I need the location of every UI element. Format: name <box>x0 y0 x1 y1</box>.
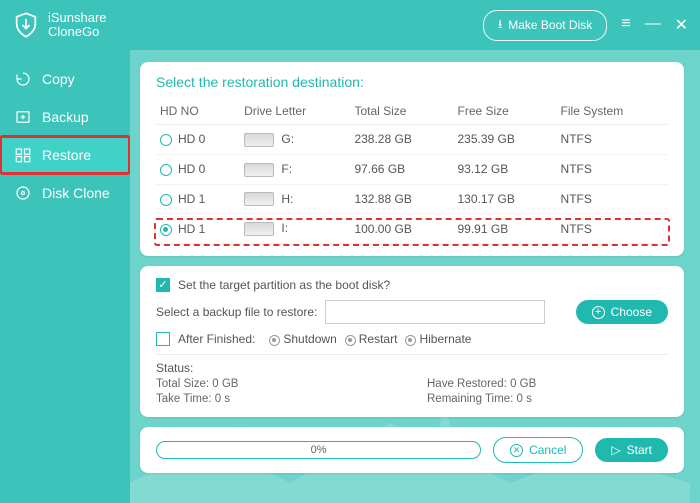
app-name-1: iSunshare <box>48 11 107 25</box>
backup-file-input[interactable] <box>325 300 545 324</box>
sidebar-label: Disk Clone <box>42 185 110 201</box>
partition-table: HD NO Drive Letter Total Size Free Size … <box>156 98 668 244</box>
status-remain: Remaining Time: 0 s <box>427 393 668 405</box>
choose-button[interactable]: + Choose <box>576 300 668 324</box>
drive-icon <box>244 222 274 236</box>
restart-radio[interactable] <box>345 335 356 346</box>
col-fs: File System <box>557 98 668 125</box>
arrow-down-icon: ⭳ <box>498 15 502 36</box>
disk-clone-icon <box>14 184 32 202</box>
destination-card: Select the restoration destination: HD N… <box>140 62 684 256</box>
minimize-button[interactable]: — <box>645 15 661 35</box>
col-hd: HD NO <box>156 98 240 125</box>
backup-icon <box>14 108 32 126</box>
sidebar-label: Backup <box>42 109 89 125</box>
table-row[interactable]: HD 1 I:100.00 GB99.91 GBNTFS <box>156 214 668 244</box>
drive-icon <box>244 133 274 147</box>
table-row[interactable]: HD 1 H:132.88 GB130.17 GBNTFS <box>156 184 668 214</box>
select-backup-label: Select a backup file to restore: <box>156 305 317 319</box>
play-icon: ▷ <box>611 443 620 457</box>
app-name-2: CloneGo <box>48 25 107 39</box>
app-logo: iSunshareCloneGo <box>12 11 107 40</box>
make-boot-disk-button[interactable]: ⭳ Make Boot Disk <box>483 10 607 41</box>
sidebar: Copy Backup Restore Disk Clone <box>0 50 130 503</box>
status-restored: Have Restored: 0 GB <box>427 378 668 390</box>
hibernate-radio[interactable] <box>405 335 416 346</box>
after-finished-checkbox[interactable] <box>156 332 170 346</box>
plus-icon: + <box>592 306 605 319</box>
main-area: Select the restoration destination: HD N… <box>130 50 700 503</box>
col-total: Total Size <box>350 98 453 125</box>
card-title: Select the restoration destination: <box>156 74 668 90</box>
sidebar-item-disk-clone[interactable]: Disk Clone <box>0 174 130 212</box>
progress-text: 0% <box>311 444 327 456</box>
hibernate-label: Hibernate <box>419 332 471 346</box>
row-radio[interactable] <box>160 224 172 236</box>
sidebar-item-backup[interactable]: Backup <box>0 98 130 136</box>
menu-icon[interactable]: ≡ <box>621 15 630 35</box>
titlebar: iSunshareCloneGo ⭳ Make Boot Disk ≡ — ✕ <box>0 0 700 50</box>
drive-icon <box>244 192 274 206</box>
drive-icon <box>244 163 274 177</box>
shutdown-radio[interactable] <box>269 335 280 346</box>
copy-icon <box>14 70 32 88</box>
close-button[interactable]: ✕ <box>675 15 688 35</box>
set-boot-label: Set the target partition as the boot dis… <box>178 278 390 292</box>
col-free: Free Size <box>454 98 557 125</box>
after-finished-label: After Finished: <box>178 332 255 346</box>
table-row[interactable]: HD 0 F:97.66 GB93.12 GBNTFS <box>156 154 668 184</box>
sidebar-label: Restore <box>42 147 91 163</box>
choose-label: Choose <box>611 305 652 319</box>
start-label: Start <box>627 443 652 457</box>
options-card: Set the target partition as the boot dis… <box>140 266 684 417</box>
sidebar-label: Copy <box>42 71 75 87</box>
cancel-icon: ✕ <box>510 444 523 457</box>
restart-label: Restart <box>359 332 398 346</box>
set-boot-checkbox[interactable] <box>156 278 170 292</box>
restore-icon <box>14 146 32 164</box>
table-row[interactable]: HD 0 G:238.28 GB235.39 GBNTFS <box>156 125 668 155</box>
row-radio[interactable] <box>160 134 172 146</box>
shield-icon <box>12 11 40 39</box>
progress-bar: 0% <box>156 441 481 459</box>
sidebar-item-copy[interactable]: Copy <box>0 60 130 98</box>
row-radio[interactable] <box>160 164 172 176</box>
status-take: Take Time: 0 s <box>156 393 397 405</box>
start-button[interactable]: ▷ Start <box>595 438 668 462</box>
sidebar-item-restore[interactable]: Restore <box>0 136 130 174</box>
status-label: Status: <box>156 361 668 375</box>
row-radio[interactable] <box>160 194 172 206</box>
col-drive: Drive Letter <box>240 98 350 125</box>
make-boot-label: Make Boot Disk <box>508 18 592 32</box>
cancel-label: Cancel <box>529 443 566 457</box>
status-total: Total Size: 0 GB <box>156 378 397 390</box>
cancel-button[interactable]: ✕ Cancel <box>493 437 583 463</box>
footer-card: 0% ✕ Cancel ▷ Start <box>140 427 684 473</box>
shutdown-label: Shutdown <box>283 332 336 346</box>
